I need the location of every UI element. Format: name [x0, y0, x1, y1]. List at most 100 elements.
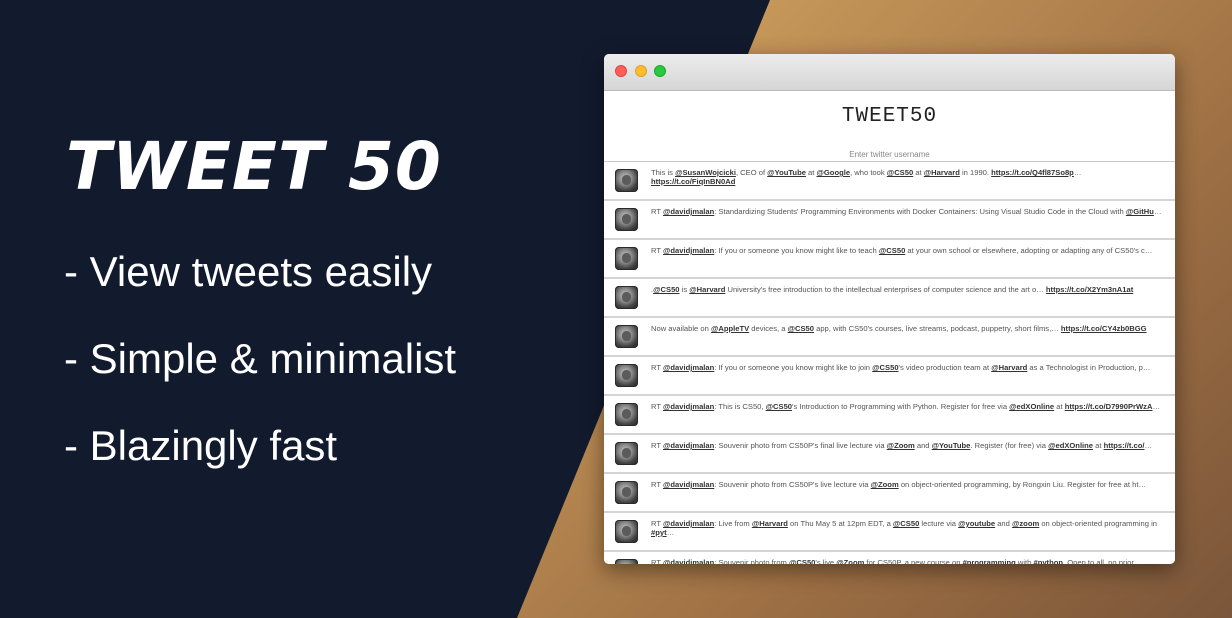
- tweet-link[interactable]: @CS50: [887, 168, 913, 177]
- tweet-text-segment: RT: [651, 246, 663, 255]
- tweet-link[interactable]: @Zoom: [887, 441, 915, 450]
- tweet-text-segment: devices, a: [749, 324, 788, 333]
- tweet-text-segment: University's free introduction to the in…: [725, 285, 1046, 294]
- tweet-link[interactable]: @davidjmalan: [663, 558, 714, 564]
- tweet-text-segment: …: [1152, 402, 1161, 411]
- tweet-link[interactable]: @AppleTV: [711, 324, 749, 333]
- tweet-link[interactable]: @davidjmalan: [663, 363, 714, 372]
- tweet-link[interactable]: @davidjmalan: [663, 207, 714, 216]
- feature-item: - Simple & minimalist: [64, 335, 457, 382]
- tweet-link[interactable]: @Zoom: [836, 558, 864, 564]
- tweet-text-segment: RT: [651, 207, 663, 216]
- tweet-text-segment: …: [1153, 207, 1162, 216]
- tweet-feed[interactable]: This is @SusanWojcicki, CEO of @YouTube …: [604, 161, 1175, 564]
- tweet-text-segment: at your own school or elsewhere, adoptin…: [905, 246, 1153, 255]
- window-titlebar[interactable]: [604, 54, 1175, 91]
- tweet-link[interactable]: https://t.co/X2Ym3nA1at: [1046, 285, 1133, 294]
- tweet-link[interactable]: @CS50: [789, 558, 815, 564]
- tweet-link[interactable]: #pyt: [651, 528, 667, 537]
- tweet-link[interactable]: https://t.co/FiqInBN0Ad: [651, 177, 735, 186]
- tweet-text-segment: : Souvenir photo from: [714, 558, 789, 564]
- tweet-text-segment: …: [666, 528, 675, 537]
- tweet-text-segment: is: [679, 285, 690, 294]
- minimize-window-icon[interactable]: [635, 65, 647, 77]
- tweet-link[interactable]: @Harvard: [752, 519, 788, 528]
- tweet-text-segment: 's live: [815, 558, 837, 564]
- tweet-link[interactable]: @davidjmalan: [663, 402, 714, 411]
- tweet-row[interactable]: RT @davidjmalan: Souvenir photo from CS5…: [604, 435, 1175, 474]
- tweet-text: RT @davidjmalan: Souvenir photo from CS5…: [651, 441, 1165, 450]
- tweet-link[interactable]: @CS50: [893, 519, 919, 528]
- tweet-row[interactable]: RT @davidjmalan: Souvenir photo from CS5…: [604, 474, 1175, 513]
- tweet-text-segment: : Standardizing Students' Programming En…: [714, 207, 1126, 216]
- tweet-link[interactable]: @GitHu: [1126, 207, 1154, 216]
- tweet-link[interactable]: @zoom: [1012, 519, 1039, 528]
- close-window-icon[interactable]: [615, 65, 627, 77]
- tweet-text-segment: app, with CS50's courses, live streams, …: [813, 324, 1061, 333]
- tweet-text-segment: RT: [651, 480, 663, 489]
- tweet-link[interactable]: @Zoom: [871, 480, 899, 489]
- avatar-icon: [615, 520, 638, 543]
- tweet-link[interactable]: @Harvard: [689, 285, 725, 294]
- zoom-window-icon[interactable]: [654, 65, 666, 77]
- tweet-link[interactable]: @davidjmalan: [663, 246, 714, 255]
- tweet-text-segment: RT: [651, 363, 663, 372]
- tweet-link[interactable]: @Google: [817, 168, 851, 177]
- tweet-link[interactable]: @davidjmalan: [663, 480, 714, 489]
- tweet-link[interactable]: @Harvard: [924, 168, 960, 177]
- tweet-text-segment: RT: [651, 519, 663, 528]
- tweet-text: RT @davidjmalan: Souvenir photo from CS5…: [651, 480, 1165, 489]
- tweet-row[interactable]: .@CS50 is @Harvard University's free int…: [604, 279, 1175, 318]
- feature-item: - Blazingly fast: [64, 422, 338, 469]
- tweet-link[interactable]: @SusanWojcicki: [675, 168, 736, 177]
- tweet-link[interactable]: @Harvard: [991, 363, 1027, 372]
- tweet-row[interactable]: Now available on @AppleTV devices, a @CS…: [604, 318, 1175, 357]
- avatar-icon: [615, 364, 638, 387]
- tweet-link[interactable]: @CS50: [872, 363, 898, 372]
- tweet-link[interactable]: @CS50: [788, 324, 814, 333]
- tweet-link[interactable]: @davidjmalan: [663, 441, 714, 450]
- avatar-icon: [615, 481, 638, 504]
- tweet-text-segment: : This is CS50,: [714, 402, 766, 411]
- tweet-link[interactable]: #programming: [963, 558, 1016, 564]
- tweet-link[interactable]: #python: [1033, 558, 1063, 564]
- tweet-link[interactable]: @youtube: [958, 519, 995, 528]
- tweet-link[interactable]: @YouTube: [932, 441, 971, 450]
- avatar-icon: [615, 403, 638, 426]
- tweet-row[interactable]: RT @davidjmalan: Souvenir photo from @CS…: [604, 552, 1175, 564]
- tweet-link[interactable]: @CS50: [879, 246, 905, 255]
- tweet-row[interactable]: RT @davidjmalan: Standardizing Students'…: [604, 201, 1175, 240]
- tweet-text-segment: 's Introduction to Programming with Pyth…: [792, 402, 1010, 411]
- tweet-text-segment: 's video production team at: [898, 363, 992, 372]
- tweet-link[interactable]: https://t.co/D7990PrWzA: [1065, 402, 1153, 411]
- tweet-text-segment: …: [1073, 168, 1082, 177]
- hero-title: TWEET 50: [66, 128, 442, 205]
- feature-item: - View tweets easily: [64, 248, 433, 295]
- app-window: TWEET50 This is @SusanWojcicki, CEO of @…: [604, 54, 1175, 564]
- tweet-link[interactable]: https://t.co/Q4fl87So8p: [991, 168, 1074, 177]
- tweet-text: This is @SusanWojcicki, CEO of @YouTube …: [651, 168, 1165, 186]
- tweet-link[interactable]: https://t.co/: [1104, 441, 1145, 450]
- tweet-text-segment: : If you or someone you know might like …: [714, 363, 873, 372]
- tweet-link[interactable]: @edXOnline: [1048, 441, 1093, 450]
- tweet-text: RT @davidjmalan: This is CS50, @CS50's I…: [651, 402, 1165, 411]
- tweet-link[interactable]: @davidjmalan: [663, 519, 714, 528]
- tweet-row[interactable]: RT @davidjmalan: Live from @Harvard on T…: [604, 513, 1175, 552]
- tweet-text-segment: , who took: [850, 168, 887, 177]
- tweet-row[interactable]: RT @davidjmalan: This is CS50, @CS50's I…: [604, 396, 1175, 435]
- tweet-text-segment: as a Technologist in Production, p…: [1027, 363, 1151, 372]
- tweet-text: .@CS50 is @Harvard University's free int…: [651, 285, 1165, 294]
- tweet-text-segment: lecture via: [919, 519, 959, 528]
- tweet-text-segment: in 1990.: [959, 168, 992, 177]
- tweet-link[interactable]: @CS50: [653, 285, 679, 294]
- tweet-link[interactable]: @edXOnline: [1009, 402, 1054, 411]
- tweet-row[interactable]: RT @davidjmalan: If you or someone you k…: [604, 240, 1175, 279]
- avatar-icon: [615, 208, 638, 231]
- tweet-text-segment: with: [1015, 558, 1034, 564]
- tweet-row[interactable]: RT @davidjmalan: If you or someone you k…: [604, 357, 1175, 396]
- tweet-link[interactable]: @YouTube: [767, 168, 806, 177]
- tweet-link[interactable]: @CS50: [766, 402, 792, 411]
- app-title: TWEET50: [841, 105, 938, 128]
- tweet-row[interactable]: This is @SusanWojcicki, CEO of @YouTube …: [604, 162, 1175, 201]
- tweet-link[interactable]: https://t.co/CY4zb0BGG: [1061, 324, 1147, 333]
